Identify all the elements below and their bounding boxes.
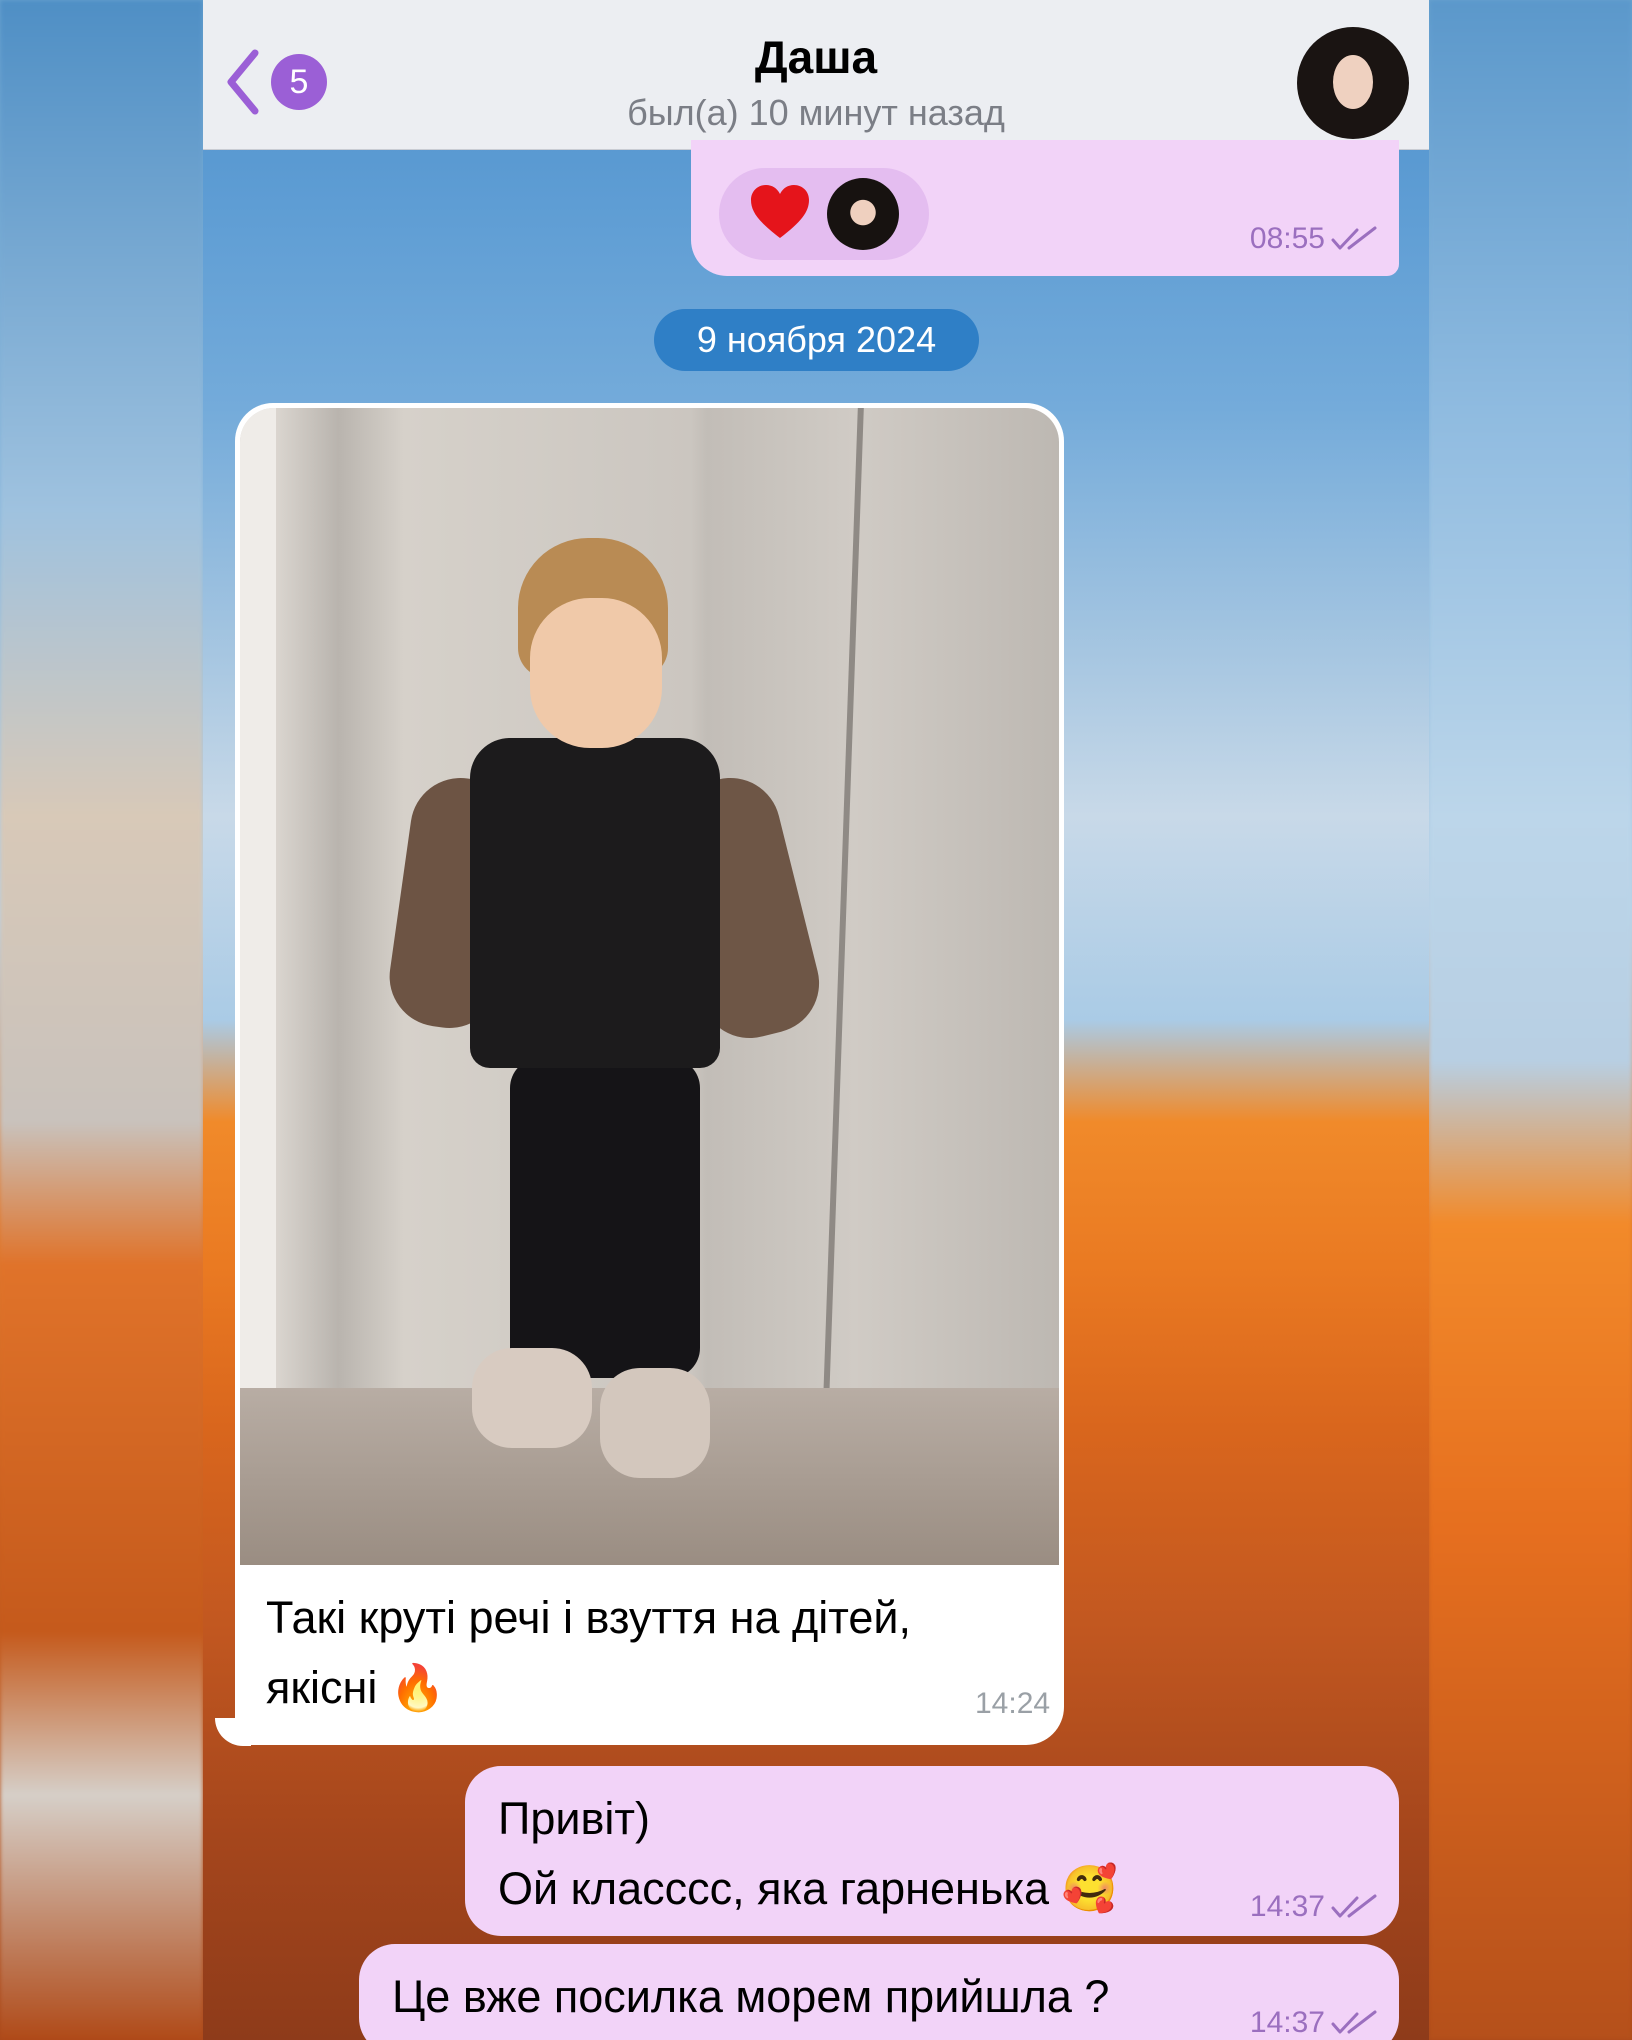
caption-line: якісні 🔥 (266, 1662, 446, 1713)
outgoing-message[interactable]: Привіт) Ой класссс, яка гарненька 🥰 14:3… (465, 1766, 1399, 1936)
contact-avatar[interactable] (1297, 27, 1409, 139)
chat-screen: 5 Даша был(а) 10 минут назад 08:55 9 ноя… (203, 0, 1429, 2040)
contact-status: был(а) 10 минут назад (627, 92, 1005, 133)
message-time: 14:37 (1249, 2006, 1325, 2039)
backdrop-right (1429, 0, 1632, 2040)
message-photo[interactable] (240, 408, 1059, 1565)
outgoing-message[interactable]: Це вже посилка морем прийшла ? 14:37 (359, 1944, 1399, 2040)
backdrop-left (0, 0, 203, 2040)
double-check-icon (1331, 2010, 1377, 2034)
message-time: 14:37 (1249, 1890, 1325, 1923)
message-meta: 08:55 (1250, 222, 1377, 256)
heart-icon (751, 185, 809, 238)
message-text: Привіт) Ой класссс, яка гарненька 🥰 (498, 1784, 1118, 1924)
photo-shoe-left (472, 1348, 592, 1448)
contact-name[interactable]: Даша (203, 30, 1429, 84)
photo-shoe-right (600, 1368, 710, 1478)
message-time: 08:55 (1249, 222, 1325, 255)
message-meta: 14:37 (1250, 1890, 1377, 1924)
incoming-photo-message[interactable]: Такі круті речі і взуття на дітей, якісн… (235, 403, 1064, 1745)
photo-vest (470, 738, 720, 1068)
caption-line: Такі круті речі і взуття на дітей, (266, 1592, 912, 1643)
photo-caption: Такі круті речі і взуття на дітей, якісн… (266, 1583, 1026, 1723)
photo-seam (822, 408, 864, 1428)
message-meta: 14:37 (1250, 2006, 1377, 2040)
reaction-pill[interactable] (719, 168, 929, 260)
photo-legs (510, 1058, 700, 1378)
double-check-icon (1331, 226, 1377, 250)
message-text: Це вже посилка морем прийшла ? (392, 1971, 1110, 2022)
chat-header: 5 Даша был(а) 10 минут назад (203, 0, 1429, 150)
message-time: 14:24 (975, 1687, 1051, 1720)
reactor-avatar (827, 178, 899, 250)
outgoing-message-reaction[interactable]: 08:55 (691, 140, 1399, 276)
message-line: Ой класссс, яка гарненька 🥰 (498, 1863, 1118, 1914)
date-separator: 9 ноября 2024 (654, 309, 979, 371)
message-line: Привіт) (498, 1793, 651, 1844)
double-check-icon (1331, 1894, 1377, 1918)
photo-face (530, 598, 662, 748)
